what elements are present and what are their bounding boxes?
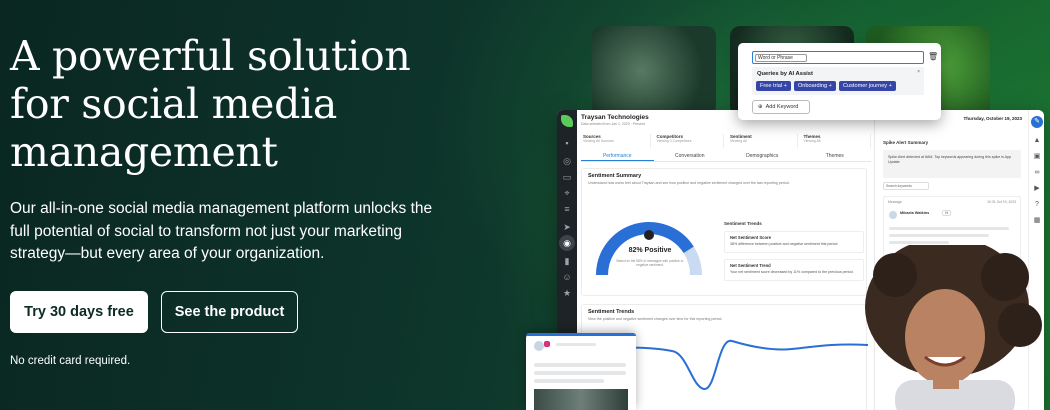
- sentiment-summary-card: Sentiment Summary Understand how users f…: [581, 168, 867, 296]
- text-placeholder: [534, 371, 626, 375]
- message-time: 10:31 Oct 19, 2023: [987, 200, 1016, 204]
- instagram-icon: [544, 341, 550, 347]
- card-description: View the positive and negative sentiment…: [588, 317, 723, 321]
- filter-value: Viewing All: [803, 139, 821, 143]
- tasks-icon[interactable]: ≡: [562, 204, 572, 214]
- post-image: [534, 389, 628, 410]
- word-phrase-select[interactable]: Word or Phrase: [755, 54, 807, 62]
- metric-desc: Your net sentiment score decreased by 11…: [730, 270, 854, 274]
- link-icon[interactable]: ∞: [1032, 168, 1042, 178]
- hero-section: A powerful solution for social media man…: [0, 0, 1050, 410]
- trash-icon[interactable]: 🗑: [928, 52, 938, 61]
- filter-value: Viewing All: [730, 139, 747, 143]
- text-placeholder: [534, 363, 626, 367]
- keyword-select[interactable]: Search keywords: [883, 182, 929, 190]
- report-tabs: Performance Conversation Demographics Th…: [581, 152, 871, 162]
- gauge-value: 82% Positive: [628, 247, 672, 254]
- comment-icon[interactable]: ▣: [1032, 152, 1042, 162]
- filter-value: Viewing All Sources: [583, 139, 614, 143]
- filter-value: Viewing 3 Competitors: [656, 139, 692, 143]
- filter-bar: Sources Viewing All Sources Competitors …: [581, 134, 871, 148]
- text-placeholder: [889, 241, 949, 244]
- tab-themes[interactable]: Themes: [799, 152, 872, 161]
- tab-conversation[interactable]: Conversation: [654, 152, 727, 161]
- company-subtitle: Data selected from Jan 1, 2023 · Present: [581, 122, 645, 126]
- company-name: Traysan Technologies: [581, 114, 649, 121]
- plus-circle-icon: ⊕: [758, 104, 763, 110]
- card-description: Understand how users feel about Traysan …: [588, 181, 790, 185]
- help-icon[interactable]: ?: [1032, 200, 1042, 210]
- message-author: Mikaela Watkins: [900, 211, 930, 215]
- post-accent-bar: [526, 333, 636, 336]
- keyword-input[interactable]: Word or Phrase: [752, 51, 924, 64]
- alert-text: Spike Alert detected at 8AM. Top keyword…: [888, 155, 1011, 164]
- alert-title: Spike Alert Summary: [883, 140, 929, 145]
- text-placeholder: [889, 227, 1009, 230]
- sentiment-gauge: [596, 222, 702, 276]
- smiling-woman-photo: [865, 245, 1042, 410]
- query-chips: Free trial + Onboarding + Customer journ…: [756, 81, 896, 91]
- metric-net-trend: Net Sentiment Trend Your net sentiment s…: [724, 259, 864, 281]
- photo-tile-leaves: [592, 26, 716, 116]
- text-placeholder: [889, 234, 989, 237]
- avatar: [889, 211, 897, 219]
- text-placeholder: [534, 379, 604, 383]
- grid-icon[interactable]: ▦: [1032, 216, 1042, 226]
- message-header: Message: [888, 200, 902, 204]
- pin-icon[interactable]: ⌖: [562, 188, 572, 198]
- close-icon[interactable]: ×: [917, 69, 920, 75]
- add-keyword-button[interactable]: ⊕ Add Keyword: [752, 100, 810, 114]
- ai-queries-box: Queries by AI Assist × Free trial + Onbo…: [752, 67, 924, 95]
- smile-icon: [644, 230, 654, 240]
- alert-box: Spike Alert detected at 8AM. Top keyword…: [883, 150, 1021, 178]
- filter-themes[interactable]: Themes Viewing All: [802, 134, 871, 148]
- metric-desc: 38% difference between positive and nega…: [730, 242, 839, 246]
- no-credit-card-note: No credit card required.: [10, 355, 131, 367]
- sprout-logo-icon: [561, 115, 573, 127]
- metric-title: Net Sentiment Score: [730, 235, 771, 240]
- see-product-button[interactable]: See the product: [161, 291, 298, 333]
- filter-sentiment[interactable]: Sentiment Viewing All: [728, 134, 798, 148]
- card-title: Sentiment Summary: [588, 173, 642, 179]
- chip-customer-journey[interactable]: Customer journey +: [838, 81, 896, 91]
- tab-demographics[interactable]: Demographics: [726, 152, 799, 161]
- ai-assist-popup: Word or Phrase 🗑 Queries by AI Assist × …: [738, 43, 941, 120]
- compose-icon[interactable]: ✎: [1031, 116, 1043, 128]
- chip-free-trial[interactable]: Free trial +: [756, 81, 791, 91]
- avatar: [534, 341, 544, 351]
- panel-date: Thursday, October 19, 2023: [963, 116, 1022, 121]
- trends-label: Sentiment Trends: [724, 221, 762, 226]
- social-post-card: [526, 333, 636, 410]
- compass-icon[interactable]: ◎: [562, 156, 572, 166]
- listening-icon[interactable]: ◉: [559, 235, 575, 251]
- metric-net-score: Net Sentiment Score 38% difference betwe…: [724, 231, 864, 253]
- hero-subheadline: Our all-in-one social media management p…: [10, 200, 433, 262]
- hero-headline: A powerful solution for social media man…: [10, 32, 411, 176]
- metric-title: Net Sentiment Trend: [730, 263, 771, 268]
- reviews-icon[interactable]: ☺: [562, 272, 572, 282]
- reports-icon[interactable]: ▮: [562, 256, 572, 266]
- video-icon[interactable]: ▶: [1032, 184, 1042, 194]
- card-title: Sentiment Trends: [588, 309, 635, 315]
- message-badge: Hi: [942, 210, 952, 216]
- inbox-icon[interactable]: ▭: [562, 172, 572, 182]
- filter-competitors[interactable]: Competitors Viewing 3 Competitors: [655, 134, 724, 148]
- text-placeholder: [556, 343, 596, 346]
- folder-icon[interactable]: ▪: [562, 138, 572, 148]
- tab-performance[interactable]: Performance: [581, 152, 654, 161]
- filter-sources[interactable]: Sources Viewing All Sources: [581, 134, 651, 148]
- add-keyword-label: Add Keyword: [765, 104, 799, 110]
- queries-title: Queries by AI Assist: [757, 71, 813, 77]
- gauge-caption: Based on the 58% of messages with positi…: [616, 259, 684, 267]
- star-icon[interactable]: ★: [562, 288, 572, 298]
- chip-onboarding[interactable]: Onboarding +: [793, 81, 836, 91]
- try-free-button[interactable]: Try 30 days free: [10, 291, 148, 333]
- alert-icon[interactable]: ▲: [1032, 136, 1042, 146]
- send-icon[interactable]: ➤: [562, 222, 572, 232]
